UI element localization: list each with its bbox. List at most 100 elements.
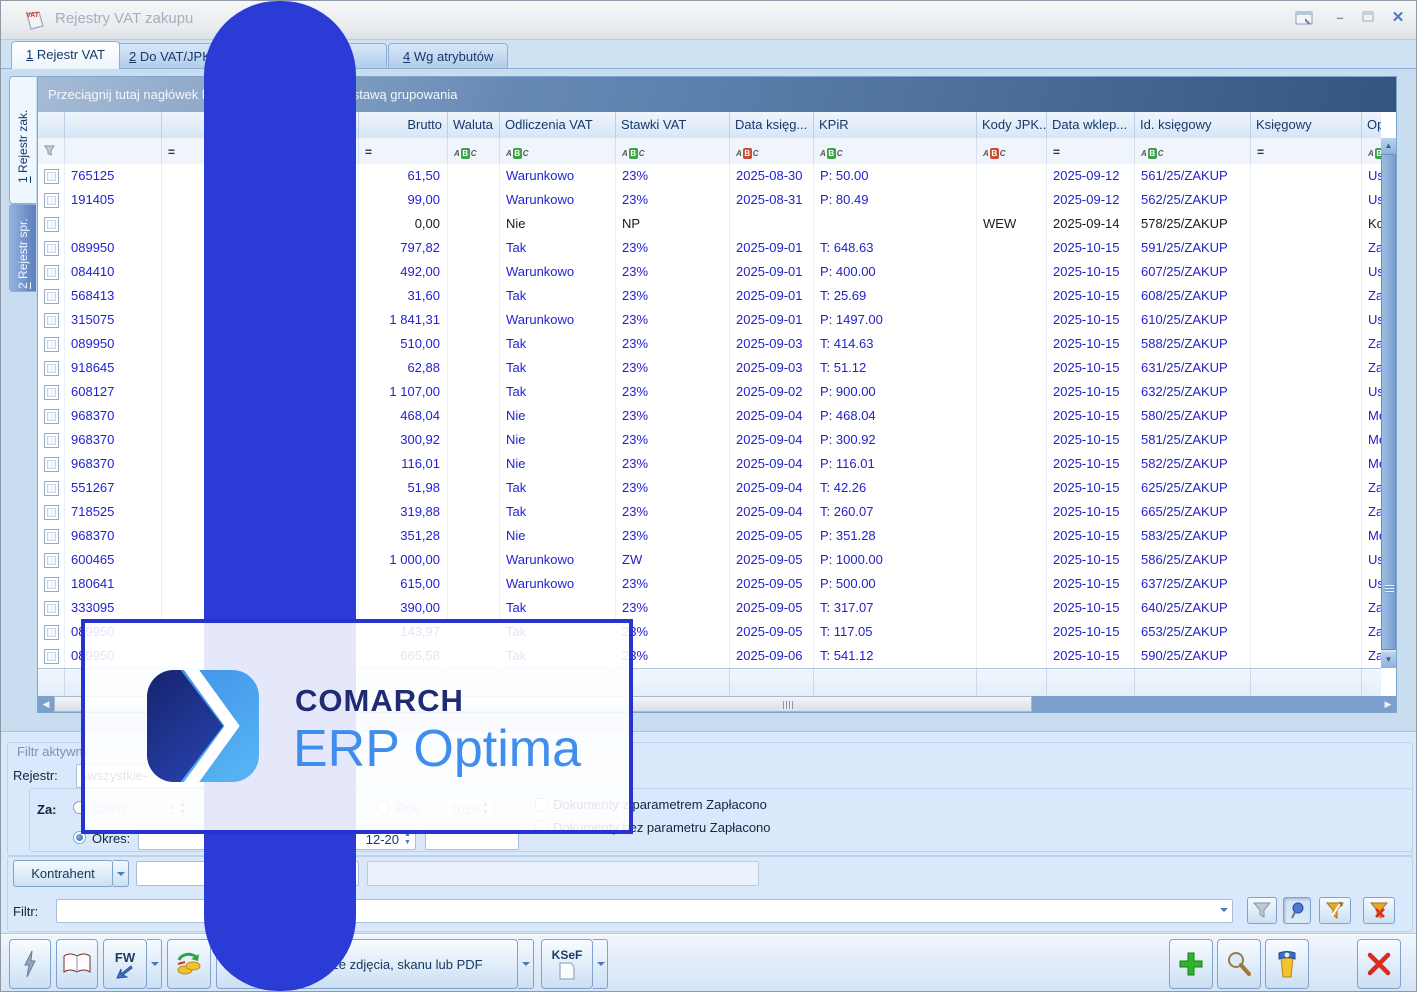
kontrahent-dropdown-icon[interactable] xyxy=(113,860,129,887)
filter-cell-sel[interactable] xyxy=(38,138,65,164)
magnifier-icon[interactable] xyxy=(1217,939,1261,989)
close-x-icon[interactable] xyxy=(1357,939,1401,989)
cell-data_ksieg: 2025-09-06 xyxy=(730,644,814,668)
filter-cell-brutto[interactable]: = xyxy=(359,138,448,164)
cell-waluta xyxy=(448,500,500,524)
row-checkbox[interactable] xyxy=(44,577,59,592)
filter-cell-data_wklep[interactable]: = xyxy=(1047,138,1135,164)
column-header-waluta[interactable]: Waluta xyxy=(448,112,500,138)
cell-kody_jpk xyxy=(977,548,1047,572)
cell-id_ksiegowy: 637/25/ZAKUP xyxy=(1135,572,1251,596)
page-title: Rejestry VAT zakupu xyxy=(55,10,193,27)
column-header-brutto[interactable]: Brutto xyxy=(359,112,448,138)
filter-cell-odliczenia[interactable]: ABC xyxy=(500,138,616,164)
coins-exchange-icon[interactable] xyxy=(167,939,211,989)
funnel-clear-icon[interactable] xyxy=(1363,897,1395,924)
scroll-up-icon[interactable]: ▲ xyxy=(1381,138,1396,154)
cell-kpir: P: 50.00 xyxy=(814,164,977,188)
trash-icon[interactable] xyxy=(1265,939,1309,989)
cell-kody_jpk xyxy=(977,380,1047,404)
cell-id_ksiegowy: 610/25/ZAKUP xyxy=(1135,308,1251,332)
row-checkbox[interactable] xyxy=(44,529,59,544)
column-header-opis[interactable]: Opis xyxy=(1362,112,1381,138)
cell-nr: 089950 xyxy=(65,236,162,260)
cell-nr: 968370 xyxy=(65,452,162,476)
sidetab-rejestr-zakupu[interactable]: 1 Rejestr zak. xyxy=(9,76,36,204)
scroll-left-icon[interactable]: ◀ xyxy=(38,696,54,712)
tab-wg-atrybutow[interactable]: 4 Wg atrybutów xyxy=(388,43,508,69)
row-checkbox[interactable] xyxy=(44,217,59,232)
row-checkbox[interactable] xyxy=(44,289,59,304)
vertical-scroll-thumb[interactable] xyxy=(1381,154,1396,650)
filter-cell-data_ksieg[interactable]: ABC xyxy=(730,138,814,164)
cell-data_ksieg: 2025-09-05 xyxy=(730,572,814,596)
add-plus-icon[interactable] xyxy=(1169,939,1213,989)
funnel-icon[interactable] xyxy=(1247,897,1277,924)
cell-nr: 765125 xyxy=(65,164,162,188)
row-checkbox[interactable] xyxy=(44,601,59,616)
filter-cell-opis[interactable]: ABC xyxy=(1362,138,1381,164)
fw-internal-invoice-icon[interactable]: FW xyxy=(103,939,147,989)
row-checkbox[interactable] xyxy=(44,193,59,208)
column-header-id_ksiegowy[interactable]: Id. księgowy xyxy=(1135,112,1251,138)
scroll-right-icon[interactable]: ▶ xyxy=(1380,696,1396,712)
row-checkbox[interactable] xyxy=(44,337,59,352)
column-header-sel[interactable] xyxy=(38,112,65,138)
filter-cell-stawka[interactable]: ABC xyxy=(616,138,730,164)
row-checkbox[interactable] xyxy=(44,649,59,664)
column-header-nr[interactable] xyxy=(65,112,162,138)
row-checkbox[interactable] xyxy=(44,169,59,184)
row-checkbox[interactable] xyxy=(44,385,59,400)
filter-cell-nr[interactable] xyxy=(65,138,162,164)
filter-cell-waluta[interactable]: ABC xyxy=(448,138,500,164)
row-checkbox[interactable] xyxy=(44,553,59,568)
row-checkbox[interactable] xyxy=(44,625,59,640)
maximize-icon[interactable] xyxy=(1357,11,1379,27)
close-icon[interactable]: ✕ xyxy=(1387,11,1409,27)
column-header-data_wklep[interactable]: Data wklep... xyxy=(1047,112,1135,138)
panel-icon[interactable] xyxy=(1295,11,1315,27)
filter-cell-id_ksiegowy[interactable]: ABC xyxy=(1135,138,1251,164)
column-header-stawka[interactable]: Stawki VAT xyxy=(616,112,730,138)
pin-icon[interactable] xyxy=(1283,897,1311,924)
minimize-icon[interactable]: – xyxy=(1329,11,1351,27)
row-checkbox[interactable] xyxy=(44,241,59,256)
lightning-icon[interactable] xyxy=(9,939,51,989)
ksef-dropdown-icon[interactable] xyxy=(593,939,608,989)
column-header-kody_jpk[interactable]: Kody JPK... xyxy=(977,112,1047,138)
cell-data_wklep: 2025-10-15 xyxy=(1047,572,1135,596)
row-checkbox[interactable] xyxy=(44,457,59,472)
column-header-odliczenia[interactable]: Odliczenia VAT xyxy=(500,112,616,138)
app-window: VAT Rejestry VAT zakupu – ✕ 1 Rejestr VA… xyxy=(0,0,1417,992)
cell-waluta xyxy=(448,404,500,428)
scroll-down-icon[interactable]: ▼ xyxy=(1381,652,1396,668)
column-header-kpir[interactable]: KPiR xyxy=(814,112,977,138)
row-checkbox[interactable] xyxy=(44,313,59,328)
sidetab-rejestr-sprzedazy[interactable]: 2 Rejestr spr. xyxy=(9,204,36,292)
abc-red-filter-icon: ABC xyxy=(983,148,1006,159)
kontrahent-button[interactable]: Kontrahent xyxy=(13,860,113,887)
column-header-data_ksieg[interactable]: Data księg... xyxy=(730,112,814,138)
brand-product: ERP Optima xyxy=(293,719,581,779)
tab-rejestr-vat[interactable]: 1 Rejestr VAT xyxy=(11,41,120,69)
cell-kody_jpk xyxy=(977,164,1047,188)
filter-cell-kody_jpk[interactable]: ABC xyxy=(977,138,1047,164)
funnel-edit-icon[interactable] xyxy=(1319,897,1351,924)
cell-stawka: ZW xyxy=(616,548,730,572)
row-checkbox[interactable] xyxy=(44,505,59,520)
row-checkbox[interactable] xyxy=(44,481,59,496)
fw-dropdown-icon[interactable] xyxy=(147,939,162,989)
row-checkbox[interactable] xyxy=(44,265,59,280)
book-icon[interactable] xyxy=(56,939,98,989)
cell-data_wklep: 2025-10-15 xyxy=(1047,428,1135,452)
row-checkbox[interactable] xyxy=(44,361,59,376)
ocr-dropdown-icon[interactable] xyxy=(518,939,534,989)
ksef-button[interactable]: KSeF xyxy=(541,939,593,989)
column-header-ksiegowy[interactable]: Księgowy xyxy=(1251,112,1362,138)
filter-cell-ksiegowy[interactable]: = xyxy=(1251,138,1362,164)
vertical-scrollbar[interactable]: ▲ ▼ xyxy=(1381,138,1396,668)
row-checkbox[interactable] xyxy=(44,409,59,424)
funnel-icon xyxy=(44,143,55,160)
row-checkbox[interactable] xyxy=(44,433,59,448)
filter-cell-kpir[interactable]: ABC xyxy=(814,138,977,164)
